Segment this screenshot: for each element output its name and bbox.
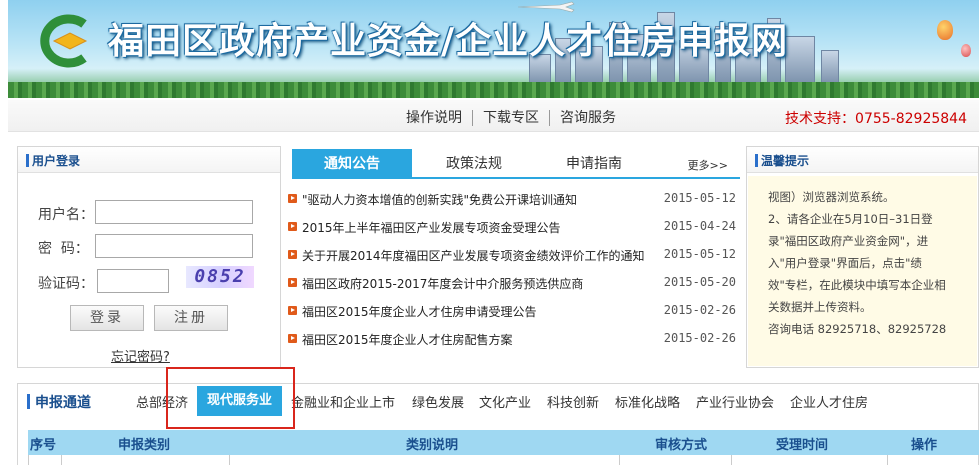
tip-line: 入"用户登录"界面后，点击"绩 [768,256,922,270]
password-input[interactable] [95,234,253,258]
application-channel-title: 申报通道 [35,395,91,411]
tab-policies[interactable]: 政策法规 [414,149,534,179]
arrow-bullet-icon [288,250,297,259]
channel-tab-talent-housing[interactable]: 企业人才住房 [790,392,868,411]
hot-air-balloon-icon [937,20,953,40]
news-title[interactable]: 福田区政府2015-2017年度会计中介服务预选供应商 [302,275,583,292]
tip-line: 咨询电话 82925718、82925728 [768,322,947,336]
grass-strip [8,82,979,98]
news-date: 2015-02-26 [663,303,736,317]
news-date: 2015-02-26 [663,331,736,345]
column-header: 受理时间 [776,438,829,453]
channel-tab-green-development[interactable]: 绿色发展 [412,392,464,411]
news-title[interactable]: 福田区2015年度企业人才住房配售方案 [302,331,513,348]
news-list: "驱动人力资本增值的创新实践"免费公开课培训通知 2015-05-12 2015年… [286,186,740,354]
news-date: 2015-05-12 [663,247,736,261]
header-accent-bar [27,394,30,409]
more-news-link[interactable]: 更多>> [688,157,728,173]
tab-notices[interactable]: 通知公告 [292,149,412,179]
news-tabs: 通知公告 政策法规 申请指南 更多>> [292,147,740,179]
list-item[interactable]: 福田区政府2015-2017年度会计中介服务预选供应商 2015-05-20 [286,270,740,298]
tip-line: 关数据并上传资料。 [768,300,872,314]
tip-line: 2、请各企业在5月10日–31日登 [768,212,933,226]
channel-tab-standardization[interactable]: 标准化战略 [615,392,680,411]
header-accent-bar [755,154,758,167]
channel-tab-finance-listing[interactable]: 金融业和企业上市 [291,392,395,411]
channel-tab-tech-innovation[interactable]: 科技创新 [547,392,599,411]
airplane-icon [517,1,575,13]
tip-line: 视图）浏览器浏览系统。 [768,190,895,204]
tips-panel-header: 温馨提示 [747,147,978,173]
tab-application-guide[interactable]: 申请指南 [534,149,654,179]
header-accent-bar [26,154,29,167]
column-header: 类别说明 [406,438,459,453]
tech-support-contact: 技术支持：0755-82925844 [785,111,967,127]
tips-content: 视图）浏览器浏览系统。 2、请各企业在5月10日–31日登 录"福田区政府产业资… [748,176,977,366]
captcha-image[interactable]: 0852 [186,266,254,288]
column-header: 审核方式 [655,438,708,453]
login-panel-header: 用户登录 [18,147,280,173]
forgot-password-link[interactable]: 忘记密码? [111,346,170,365]
application-table-header: 序号 申报类别 类别说明 审核方式 受理时间 操作 [28,430,979,455]
channel-tab-industry-associations[interactable]: 产业行业协会 [696,392,774,411]
nav-link-consulting[interactable]: 咨询服务 [550,110,626,126]
username-label: 用户名： [38,207,94,223]
district-logo [40,14,88,68]
list-item[interactable]: 福田区2015年度企业人才住房申请受理公告 2015-02-26 [286,298,740,326]
top-navigation: 操作说明 下载专区 咨询服务 技术支持：0755-82925844 [8,100,979,132]
password-label: 密 码： [38,241,89,257]
selection-highlight-box [166,367,295,429]
table-row [28,455,979,465]
top-nav-links: 操作说明 下载专区 咨询服务 [396,107,626,127]
arrow-bullet-icon [288,194,297,203]
site-banner: 福田区政府产业资金/企业人才住房申报网 [8,0,979,98]
news-date: 2015-05-12 [663,191,736,205]
site-title: 福田区政府产业资金/企业人才住房申报网 [108,21,789,62]
tip-line: 录"福田区政府产业资金网"，进 [768,234,929,248]
news-date: 2015-05-20 [663,275,736,289]
hot-air-balloon-icon [961,44,971,57]
nav-link-instructions[interactable]: 操作说明 [396,110,473,126]
news-title[interactable]: "驱动人力资本增值的创新实践"免费公开课培训通知 [302,191,577,208]
register-button[interactable]: 注册 [154,305,228,331]
column-header: 序号 [30,438,57,453]
tip-line: 效"专栏，在此模块中填写本企业相 [768,278,946,292]
list-item[interactable]: 关于开展2014年度福田区产业发展专项资金绩效评价工作的通知 2015-05-12 [286,242,740,270]
channel-tab-culture-industry[interactable]: 文化产业 [479,392,531,411]
tips-panel-title: 温馨提示 [761,154,810,168]
login-panel-title: 用户登录 [32,154,81,168]
column-header: 申报类别 [118,438,171,453]
login-button[interactable]: 登录 [70,305,144,331]
news-date: 2015-04-24 [663,219,736,233]
news-title[interactable]: 福田区2015年度企业人才住房申请受理公告 [302,303,537,320]
list-item[interactable]: 2015年上半年福田区产业发展专项资金受理公告 2015-04-24 [286,214,740,242]
arrow-bullet-icon [288,334,297,343]
list-item[interactable]: 福田区2015年度企业人才住房配售方案 2015-02-26 [286,326,740,354]
username-input[interactable] [95,200,253,224]
nav-link-downloads[interactable]: 下载专区 [473,110,550,126]
arrow-bullet-icon [288,306,297,315]
captcha-label: 验证码： [38,276,94,292]
column-header: 操作 [911,438,938,453]
arrow-bullet-icon [288,222,297,231]
captcha-input[interactable] [97,269,169,293]
arrow-bullet-icon [288,278,297,287]
list-item[interactable]: "驱动人力资本增值的创新实践"免费公开课培训通知 2015-05-12 [286,186,740,214]
news-title[interactable]: 2015年上半年福田区产业发展专项资金受理公告 [302,219,561,236]
news-title[interactable]: 关于开展2014年度福田区产业发展专项资金绩效评价工作的通知 [302,247,645,264]
